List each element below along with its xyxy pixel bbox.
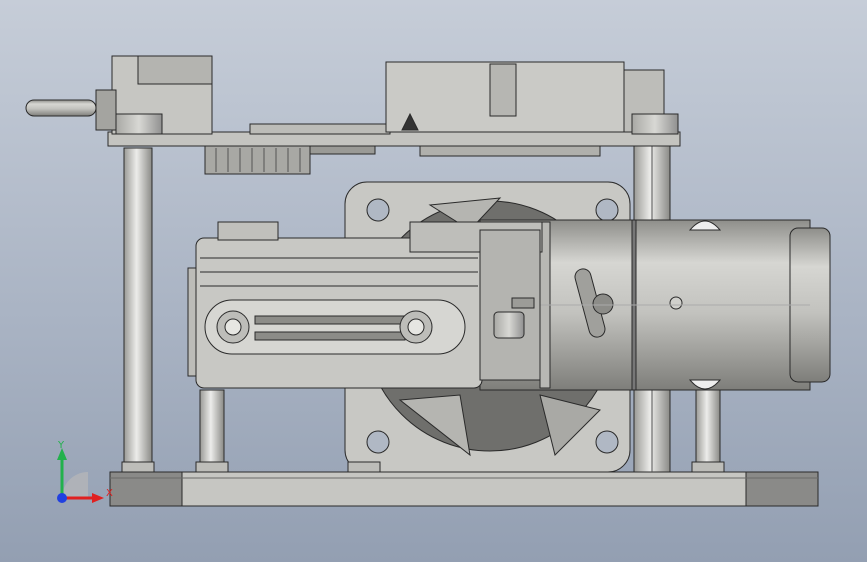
triad-plane: [62, 472, 88, 498]
y-axis-label: Y: [57, 440, 65, 451]
pump-assembly-model[interactable]: [0, 0, 867, 562]
coordinate-triad: Y X: [57, 440, 113, 503]
cad-viewport[interactable]: Y X: [0, 0, 867, 562]
x-arrow: [92, 493, 104, 503]
pump-head[interactable]: [187, 221, 543, 389]
base-plate[interactable]: [109, 471, 819, 507]
z-axis-dot: [57, 493, 67, 503]
x-axis-label: X: [106, 488, 113, 499]
